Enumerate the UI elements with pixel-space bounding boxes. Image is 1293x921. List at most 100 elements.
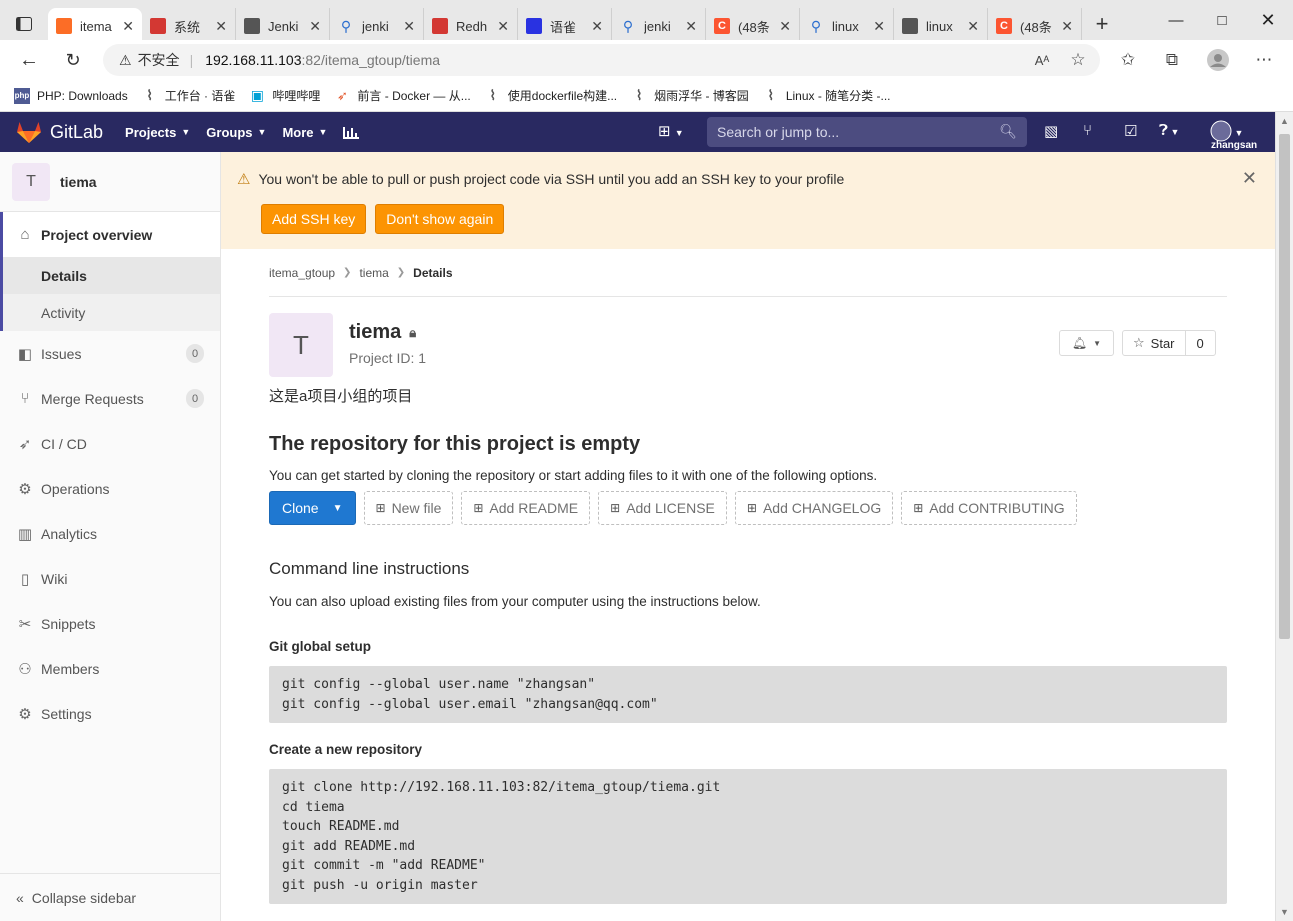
sidebar-item-issues[interactable]: ◧ Issues 0 — [0, 331, 220, 376]
more-menu-icon[interactable]: ⋯ — [1252, 48, 1276, 72]
close-tab-icon[interactable]: ✕ — [403, 18, 415, 35]
dont-show-again-button[interactable]: Don't show again — [375, 204, 505, 234]
sidebar-item-snippets[interactable]: ✂ Snippets — [0, 601, 220, 646]
add-readme-button[interactable]: ⊞ Add README — [461, 491, 591, 525]
sidebar-item-operations[interactable]: ⚙ Operations — [0, 466, 220, 511]
close-window-icon[interactable]: ✕ — [1245, 0, 1291, 40]
close-tab-icon[interactable]: ✕ — [309, 18, 321, 35]
sidebar-item-members[interactable]: ⚇ Members — [0, 646, 220, 691]
browser-tab[interactable]: 语雀 ✕ — [518, 8, 612, 44]
minimize-icon[interactable]: — — [1153, 0, 1199, 40]
bookmark-item[interactable]: ⌇ 使用dockerfile构建... — [485, 87, 617, 104]
bookmark-item[interactable]: ➶ 前言 - Docker — 从... — [334, 87, 471, 104]
close-tab-icon[interactable]: ✕ — [591, 18, 603, 35]
breadcrumb-current[interactable]: Details — [413, 266, 452, 280]
empty-repo-title: The repository for this project is empty — [269, 433, 641, 455]
url-field[interactable]: ⚠ 不安全 | 192.168.11.103:82/itema_gtoup/ti… — [103, 44, 1100, 76]
main-nav: Projects ▼ Groups ▼ More ▼ — [125, 125, 375, 140]
close-tab-icon[interactable]: ✕ — [122, 18, 134, 35]
browser-tab[interactable]: C (48条 ✕ — [706, 8, 800, 44]
back-button[interactable]: ← — [9, 40, 49, 80]
merge-requests-icon[interactable]: ⑂ — [1083, 122, 1092, 139]
add-changelog-button[interactable]: ⊞ Add CHANGELOG — [734, 491, 894, 525]
add-ssh-key-button[interactable]: Add SSH key — [261, 204, 367, 234]
todos-check-icon[interactable]: ☑ — [1124, 122, 1137, 140]
plus-square-icon: ⊞ — [473, 501, 484, 515]
bookmark-item[interactable]: ⌇ 工作台 · 语雀 — [142, 87, 235, 104]
scroll-up-icon[interactable]: ▲ — [1280, 116, 1289, 126]
add-license-button[interactable]: ⊞ Add LICENSE — [598, 491, 727, 525]
gitlab-logo[interactable]: GitLab — [16, 120, 103, 144]
browser-tab[interactable]: linux ✕ — [894, 8, 988, 44]
browser-tab[interactable]: Jenki ✕ — [236, 8, 330, 44]
browser-tab[interactable]: 系统 ✕ — [142, 8, 236, 44]
close-tab-icon[interactable]: ✕ — [967, 18, 979, 35]
sidebar-project-header[interactable]: T tiema — [0, 152, 220, 212]
close-tab-icon[interactable]: ✕ — [685, 18, 697, 35]
sidebar-item-settings[interactable]: ⚙ Settings — [0, 691, 220, 736]
search-input[interactable]: Search or jump to... 🔍︎ — [707, 117, 1027, 147]
browser-tab[interactable]: ⚲ jenki ✕ — [330, 8, 424, 44]
add-favorite-icon[interactable]: ☆ — [1066, 48, 1090, 72]
star-icon: ☆ — [1133, 335, 1145, 350]
browser-tab[interactable]: C (48条 ✕ — [988, 8, 1082, 44]
bookmark-item[interactable]: ⌇ Linux - 随笔分类 -... — [763, 87, 890, 104]
sidebar-item-ci-cd[interactable]: ➶ CI / CD — [0, 421, 220, 466]
nav-more[interactable]: More ▼ — [282, 125, 327, 140]
scrollbar-thumb[interactable] — [1279, 134, 1290, 639]
todo-sidebar-icon[interactable]: ▧ — [1044, 122, 1058, 140]
new-repo-title: Create a new repository — [269, 742, 423, 757]
sidebar-items: ◧ Issues 0 ⑂ Merge Requests 0 ➶ CI / CD ⚙ Operati… — [0, 331, 220, 736]
close-tab-icon[interactable]: ✕ — [497, 18, 509, 35]
notification-button[interactable]: 🔔︎ ▼ — [1059, 330, 1114, 356]
sidebar-sub-details[interactable]: Details — [3, 257, 220, 294]
sidebar-item-wiki[interactable]: ▯ Wiki — [0, 556, 220, 601]
collections-icon[interactable]: ⧉ — [1160, 48, 1184, 72]
favorites-icon[interactable]: ✩ — [1116, 48, 1140, 72]
collapse-sidebar-button[interactable]: « Collapse sidebar — [0, 873, 220, 921]
close-tab-icon[interactable]: ✕ — [215, 18, 227, 35]
sidebar-item-analytics[interactable]: ▥ Analytics — [0, 511, 220, 556]
close-tab-icon[interactable]: ✕ — [873, 18, 885, 35]
help-icon[interactable]: ❓︎ ▼ — [1159, 122, 1179, 139]
empty-repo-text: You can get started by cloning the repos… — [269, 468, 878, 483]
project-id: Project ID: 1 — [349, 350, 427, 366]
new-repo-code[interactable]: git clone http://192.168.11.103:82/itema… — [269, 769, 1227, 904]
new-item-icon[interactable]: ⊞ ▼ — [658, 122, 684, 140]
global-setup-code[interactable]: git config --global user.name "zhangsan"… — [269, 666, 1227, 723]
clone-button[interactable]: Clone ▼ — [269, 491, 356, 525]
breadcrumb-group[interactable]: itema_gtoup — [269, 266, 335, 280]
gitlab-brand: GitLab — [50, 121, 104, 142]
maximize-icon[interactable]: □ — [1199, 0, 1245, 40]
sidebar-item-merge-requests[interactable]: ⑂ Merge Requests 0 — [0, 376, 220, 421]
browser-tab[interactable]: itema ✕ — [48, 8, 142, 44]
page-scrollbar[interactable]: ▲ ▼ — [1275, 112, 1293, 921]
activity-chart-icon[interactable] — [343, 125, 360, 139]
browser-tab[interactable]: ⚲ linux ✕ — [800, 8, 894, 44]
new-file-button[interactable]: ⊞ New file — [363, 491, 454, 525]
sidebar-item-label: Snippets — [41, 615, 96, 632]
read-aloud-icon[interactable]: Aᴬ — [1030, 48, 1054, 72]
nav-more-label: More — [282, 124, 314, 140]
sidebar-item-label: Merge Requests — [41, 390, 144, 407]
nav-projects[interactable]: Projects ▼ — [125, 125, 190, 140]
star-button[interactable]: ☆ Star — [1123, 331, 1186, 355]
browser-tab[interactable]: Redh ✕ — [424, 8, 518, 44]
sidebar-item-project-overview[interactable]: ⌂ Project overview — [3, 212, 220, 257]
close-tab-icon[interactable]: ✕ — [1061, 18, 1073, 35]
add-contributing-button[interactable]: ⊞ Add CONTRIBUTING — [901, 491, 1077, 525]
scroll-down-icon[interactable]: ▼ — [1280, 907, 1289, 917]
close-alert-icon[interactable]: ✕ — [1242, 168, 1257, 189]
bookmark-item[interactable]: ▣ 哔哩哔哩 — [249, 87, 321, 104]
bookmark-item[interactable]: php PHP: Downloads — [14, 87, 128, 104]
bookmark-item[interactable]: ⌇ 烟雨浮华 - 博客园 — [631, 87, 749, 104]
sidebar-sub-activity[interactable]: Activity — [3, 294, 220, 331]
new-tab-button[interactable]: + — [1082, 6, 1122, 42]
close-tab-icon[interactable]: ✕ — [779, 18, 791, 35]
nav-groups[interactable]: Groups ▼ — [206, 125, 266, 140]
profile-avatar-icon[interactable] — [1206, 48, 1230, 72]
breadcrumb-project[interactable]: tiema — [359, 266, 388, 280]
refresh-button[interactable]: ↻ — [53, 40, 93, 80]
star-count[interactable]: 0 — [1186, 331, 1215, 355]
browser-tab[interactable]: ⚲ jenki ✕ — [612, 8, 706, 44]
